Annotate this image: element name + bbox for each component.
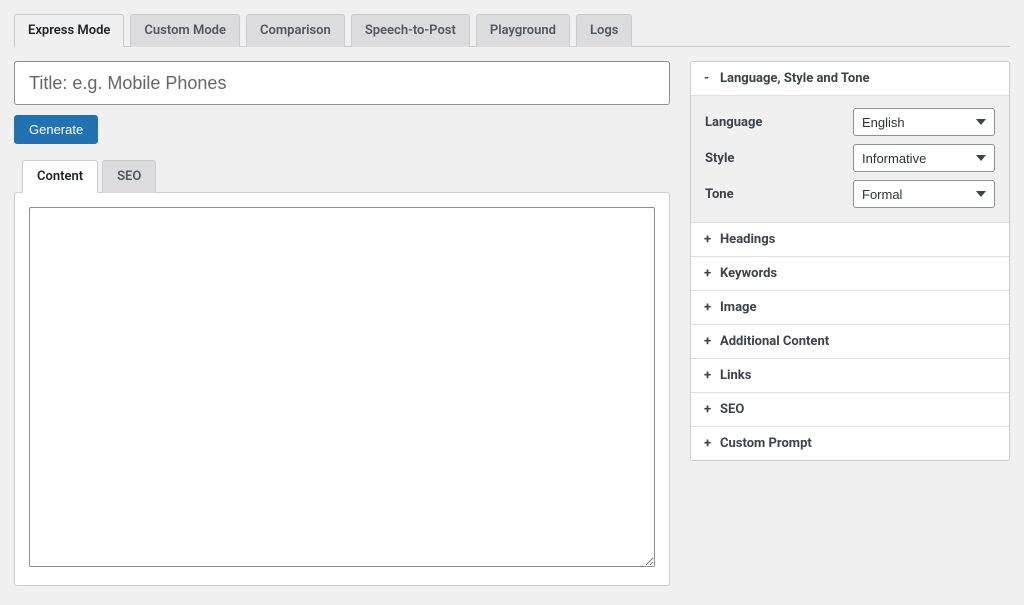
- tab-custom-mode[interactable]: Custom Mode: [130, 14, 240, 47]
- section-header-image[interactable]: + Image: [691, 290, 1009, 324]
- tab-comparison[interactable]: Comparison: [246, 14, 345, 47]
- content-panel: [14, 192, 670, 586]
- title-input[interactable]: [14, 61, 670, 105]
- row-tone: Tone Formal: [705, 180, 995, 208]
- section-links: + Links: [691, 358, 1009, 392]
- section-title: Language, Style and Tone: [720, 71, 870, 86]
- tab-express-mode[interactable]: Express Mode: [14, 14, 124, 47]
- tab-logs[interactable]: Logs: [576, 14, 632, 47]
- section-title: Additional Content: [720, 334, 829, 349]
- section-header-seo[interactable]: + SEO: [691, 392, 1009, 426]
- editor-tabs: Content SEO: [22, 160, 670, 192]
- select-style[interactable]: Informative: [853, 144, 995, 172]
- section-body-language-style-tone: Language English Style Informative: [691, 95, 1009, 222]
- plus-icon: +: [704, 266, 714, 281]
- section-additional-content: + Additional Content: [691, 324, 1009, 358]
- select-language[interactable]: English: [853, 108, 995, 136]
- section-header-additional-content[interactable]: + Additional Content: [691, 324, 1009, 358]
- section-headings: + Headings: [691, 222, 1009, 256]
- section-title: SEO: [720, 402, 744, 417]
- minus-icon: -: [704, 71, 714, 86]
- label-language: Language: [705, 115, 762, 130]
- main-column: Generate Content SEO: [14, 61, 670, 586]
- section-header-keywords[interactable]: + Keywords: [691, 256, 1009, 290]
- section-header-language-style-tone[interactable]: - Language, Style and Tone: [691, 62, 1009, 95]
- subtab-content[interactable]: Content: [22, 160, 98, 193]
- section-title: Headings: [720, 232, 775, 247]
- content-textarea[interactable]: [29, 207, 655, 567]
- settings-sidebar: - Language, Style and Tone Language Engl…: [690, 61, 1010, 461]
- plus-icon: +: [704, 436, 714, 451]
- label-tone: Tone: [705, 187, 734, 202]
- section-title: Image: [720, 300, 756, 315]
- section-image: + Image: [691, 290, 1009, 324]
- section-title: Links: [720, 368, 751, 383]
- section-title: Keywords: [720, 266, 777, 281]
- plus-icon: +: [704, 368, 714, 383]
- tab-speech-to-post[interactable]: Speech-to-Post: [351, 14, 470, 47]
- plus-icon: +: [704, 300, 714, 315]
- section-language-style-tone: - Language, Style and Tone Language Engl…: [691, 62, 1009, 222]
- tab-playground[interactable]: Playground: [476, 14, 570, 47]
- subtab-seo[interactable]: SEO: [102, 160, 156, 193]
- app-root: Express Mode Custom Mode Comparison Spee…: [14, 14, 1010, 586]
- plus-icon: +: [704, 232, 714, 247]
- section-keywords: + Keywords: [691, 256, 1009, 290]
- label-style: Style: [705, 151, 734, 166]
- section-title: Custom Prompt: [720, 436, 812, 451]
- section-header-links[interactable]: + Links: [691, 358, 1009, 392]
- row-language: Language English: [705, 108, 995, 136]
- section-header-headings[interactable]: + Headings: [691, 222, 1009, 256]
- plus-icon: +: [704, 402, 714, 417]
- select-tone[interactable]: Formal: [853, 180, 995, 208]
- settings-accordion: - Language, Style and Tone Language Engl…: [690, 61, 1010, 461]
- generate-button[interactable]: Generate: [14, 115, 98, 144]
- row-style: Style Informative: [705, 144, 995, 172]
- plus-icon: +: [704, 334, 714, 349]
- section-custom-prompt: + Custom Prompt: [691, 426, 1009, 460]
- section-seo: + SEO: [691, 392, 1009, 426]
- mode-tabs: Express Mode Custom Mode Comparison Spee…: [14, 14, 1010, 47]
- section-header-custom-prompt[interactable]: + Custom Prompt: [691, 426, 1009, 460]
